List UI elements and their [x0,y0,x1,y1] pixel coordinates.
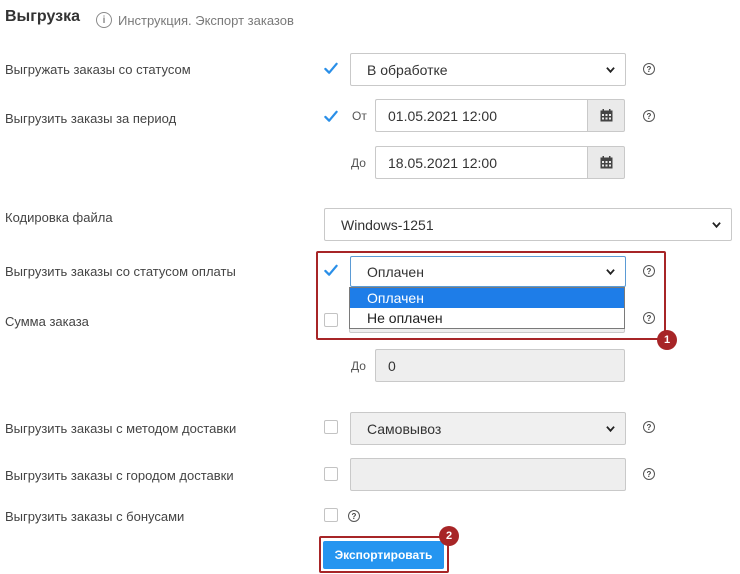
encoding-select[interactable]: Windows-1251 [324,208,732,241]
period-from-calendar-button[interactable] [587,99,625,132]
chevron-down-icon [606,426,615,433]
delivery-city-label: Выгрузить заказы с городом доставки [5,468,234,483]
status-select-value: В обработке [367,61,448,78]
delivery-method-select[interactable]: Самовывоз [350,412,626,445]
status-checkbox[interactable] [324,61,338,75]
checkmark-icon [324,62,338,74]
period-to-input[interactable]: 18.05.2021 12:00 [375,146,587,179]
bonuses-label: Выгрузить заказы с бонусами [5,509,185,524]
period-from-label: От [352,109,367,123]
bonuses-checkbox[interactable] [324,508,338,522]
encoding-select-value: Windows-1251 [341,216,434,233]
annotation-badge-1: 1 [657,330,677,350]
delivery-method-label: Выгрузить заказы с методом доставки [5,421,237,436]
instruction-link[interactable]: i Инструкция. Экспорт заказов [96,12,294,28]
annotation-badge-2: 2 [439,526,459,546]
checkmark-icon [324,110,338,122]
period-from-group: 01.05.2021 12:00 [375,99,625,132]
bonuses-help-icon[interactable]: ? [348,510,360,522]
period-checkbox[interactable] [324,109,338,123]
annotation-highlight-2 [319,536,449,573]
order-sum-label: Сумма заказа [5,314,89,329]
delivery-method-select-value: Самовывоз [367,420,442,437]
delivery-method-checkbox[interactable] [324,420,338,434]
chevron-down-icon [712,222,721,229]
delivery-city-help-icon[interactable]: ? [643,468,655,480]
delivery-method-help-icon[interactable]: ? [643,421,655,433]
delivery-city-input[interactable] [350,458,626,491]
delivery-city-checkbox[interactable] [324,467,338,481]
period-to-group: 18.05.2021 12:00 [375,146,625,179]
chevron-down-icon [606,67,615,74]
info-icon: i [96,12,112,28]
order-sum-to-label: До [351,359,366,373]
period-to-label: До [351,156,366,170]
calendar-icon [600,109,612,122]
status-label: Выгружать заказы со статусом [5,62,191,77]
period-from-input[interactable]: 01.05.2021 12:00 [375,99,587,132]
page-title: Выгрузка [5,8,80,25]
period-label: Выгрузить заказы за период [5,111,177,126]
status-select[interactable]: В обработке [350,53,626,86]
period-to-calendar-button[interactable] [587,146,625,179]
order-sum-to-input[interactable]: 0 [375,349,625,382]
instruction-link-label: Инструкция. Экспорт заказов [118,12,294,28]
encoding-label: Кодировка файла [5,210,113,225]
period-help-icon[interactable]: ? [643,110,655,122]
status-help-icon[interactable]: ? [643,63,655,75]
annotation-highlight-1 [316,251,666,340]
calendar-icon [600,156,612,169]
payment-status-label: Выгрузить заказы со статусом оплаты [5,264,236,279]
